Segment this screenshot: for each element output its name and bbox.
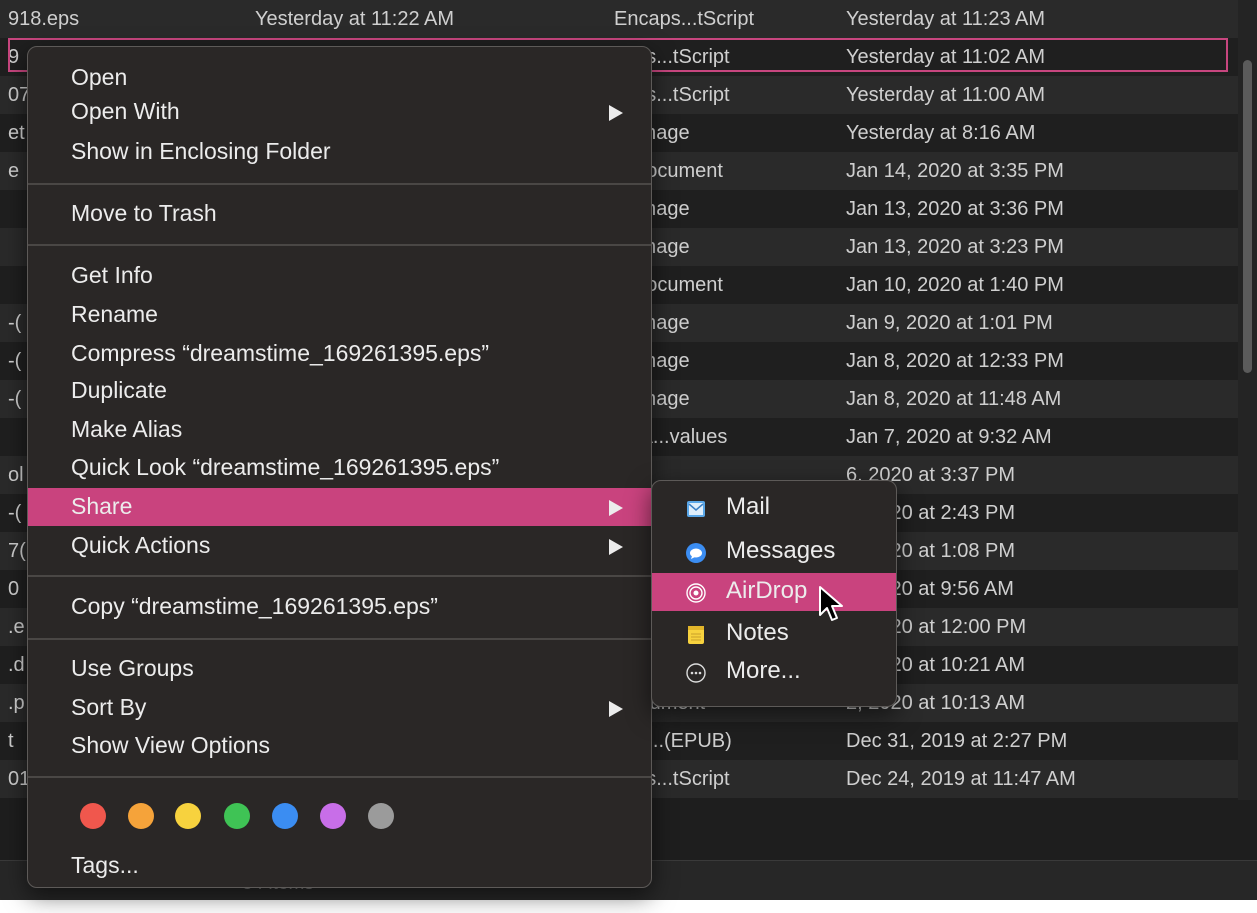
menu-item-open-with[interactable]: Open With — [28, 93, 651, 131]
kind-cell: Encaps...tScript — [614, 8, 755, 30]
submenu-arrow-icon — [609, 701, 623, 717]
vertical-scrollbar[interactable] — [1238, 0, 1257, 800]
share-item-more[interactable]: More... — [652, 653, 896, 691]
date-modified-cell: Jan 10, 2020 at 1:40 PM — [846, 274, 1064, 296]
file-row[interactable]: 918.eps Yesterday at 11:22 AM Encaps...tSc… — [0, 0, 1238, 38]
tag-green-dot[interactable] — [224, 803, 250, 829]
date-modified-cell: Jan 13, 2020 at 3:23 PM — [846, 236, 1064, 258]
share-submenu: Mail Messages AirDrop Notes More... — [651, 480, 897, 707]
notes-icon — [688, 626, 704, 644]
date-modified-cell: Dec 31, 2019 at 2:27 PM — [846, 730, 1068, 752]
date-modified-cell: Jan 14, 2020 at 3:35 PM — [846, 160, 1064, 182]
file-name-cell: .e — [8, 616, 25, 638]
submenu-arrow-icon — [609, 105, 623, 121]
file-name-cell: t — [8, 730, 14, 752]
file-name-cell: 918.eps — [8, 8, 80, 30]
file-name-cell: -( — [8, 502, 22, 524]
menu-item-move-to-trash[interactable]: Move to Trash — [28, 195, 651, 233]
date-modified-cell: Yesterday at 11:00 AM — [846, 84, 1046, 106]
share-item-mail[interactable]: Mail — [652, 489, 896, 527]
menu-item-duplicate[interactable]: Duplicate — [28, 372, 651, 410]
menu-separator — [28, 244, 651, 246]
menu-item-show-view-options[interactable]: Show View Options — [28, 727, 651, 765]
tag-purple-dot[interactable] — [320, 803, 346, 829]
date-modified-cell: Jan 8, 2020 at 11:48 AM — [846, 388, 1062, 410]
menu-item-get-info[interactable]: Get Info — [28, 257, 651, 295]
share-item-notes[interactable]: Notes — [652, 615, 896, 653]
date-added-cell: Yesterday at 11:22 AM — [255, 8, 455, 30]
menu-separator — [28, 183, 651, 185]
submenu-arrow-icon — [609, 500, 623, 516]
tag-blue-dot[interactable] — [272, 803, 298, 829]
file-name-cell: .p — [8, 692, 25, 714]
more-icon — [686, 663, 706, 683]
menu-item-use-groups[interactable]: Use Groups — [28, 650, 651, 688]
menu-item-quick-actions[interactable]: Quick Actions — [28, 527, 651, 565]
menu-item-open[interactable]: Open — [28, 59, 651, 97]
messages-icon — [686, 543, 706, 563]
date-modified-cell: Yesterday at 8:16 AM — [846, 122, 1036, 144]
airdrop-icon — [686, 583, 706, 603]
menu-separator — [28, 776, 651, 778]
file-name-cell: .d — [8, 654, 25, 676]
menu-separator — [28, 575, 651, 577]
file-name-cell: -( — [8, 388, 22, 410]
menu-separator — [28, 638, 651, 640]
mail-icon — [687, 501, 705, 517]
share-item-airdrop[interactable]: AirDrop — [652, 573, 896, 611]
date-modified-cell: Dec 24, 2019 at 11:47 AM — [846, 768, 1076, 790]
file-name-cell: ol — [8, 464, 24, 486]
menu-item-sort-by[interactable]: Sort By — [28, 689, 651, 727]
date-modified-cell: Jan 13, 2020 at 3:36 PM — [846, 198, 1064, 220]
file-name-cell: e — [8, 160, 20, 182]
file-name-cell: 0 — [8, 578, 20, 600]
tag-red-dot[interactable] — [80, 803, 106, 829]
date-modified-cell: Yesterday at 11:23 AM — [846, 8, 1046, 30]
menu-item-rename[interactable]: Rename — [28, 296, 651, 334]
file-name-cell: 7( — [8, 540, 26, 562]
file-name-cell: et — [8, 122, 25, 144]
menu-item-make-alias[interactable]: Make Alias — [28, 411, 651, 449]
share-item-messages[interactable]: Messages — [652, 533, 896, 571]
menu-item-tags[interactable]: Tags... — [28, 847, 651, 885]
date-modified-cell: Jan 8, 2020 at 12:33 PM — [846, 350, 1064, 372]
context-menu: Open Open With Show in Enclosing Folder … — [27, 46, 652, 888]
scrollbar-thumb[interactable] — [1243, 60, 1252, 373]
mouse-pointer-icon — [819, 586, 843, 621]
file-name-cell: -( — [8, 312, 22, 334]
menu-item-quick-look[interactable]: Quick Look “dreamstime_169261395.eps” — [28, 449, 651, 487]
date-modified-cell: Jan 7, 2020 at 9:32 AM — [846, 426, 1052, 448]
menu-item-share[interactable]: Share — [28, 488, 651, 526]
date-modified-cell: Jan 9, 2020 at 1:01 PM — [846, 312, 1053, 334]
menu-item-copy[interactable]: Copy “dreamstime_169261395.eps” — [28, 588, 651, 626]
tag-orange-dot[interactable] — [128, 803, 154, 829]
tag-gray-dot[interactable] — [368, 803, 394, 829]
menu-item-compress[interactable]: Compress “dreamstime_169261395.eps” — [28, 335, 651, 373]
submenu-arrow-icon — [609, 539, 623, 555]
tag-yellow-dot[interactable] — [175, 803, 201, 829]
menu-item-show-in-enclosing-folder[interactable]: Show in Enclosing Folder — [28, 133, 651, 171]
file-name-cell: -( — [8, 350, 22, 372]
